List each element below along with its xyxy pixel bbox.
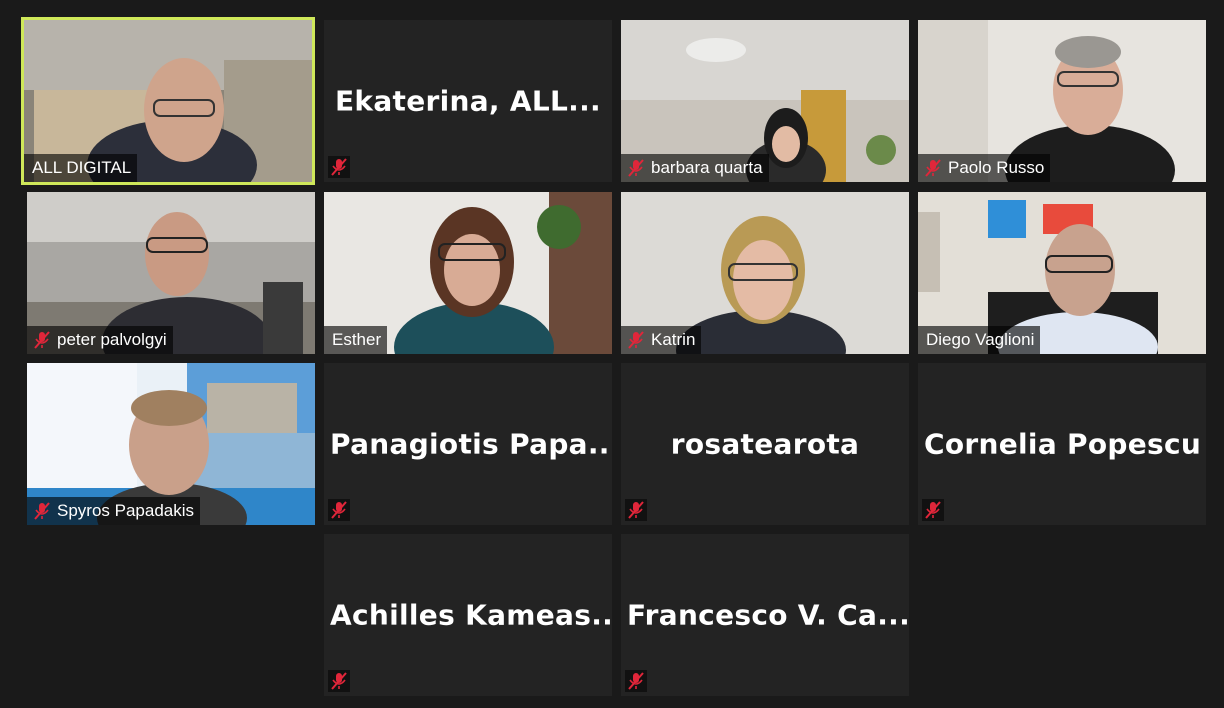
video-tile-ekaterina[interactable]: Ekaterina, ALL... bbox=[324, 20, 612, 182]
name-label: Spyros Papadakis bbox=[27, 497, 201, 525]
participant-name: Paolo Russo bbox=[948, 158, 1045, 177]
name-label: Diego Vaglioni bbox=[918, 326, 1041, 354]
microphone-muted-icon bbox=[328, 670, 350, 692]
video-tile-rosatearota[interactable]: rosatearota bbox=[621, 363, 909, 525]
name-label: barbara quarta bbox=[621, 154, 769, 182]
video-tile-diego-vaglioni[interactable]: Diego Vaglioni bbox=[918, 192, 1206, 354]
microphone-muted-icon bbox=[34, 331, 50, 349]
microphone-muted-icon bbox=[628, 331, 644, 349]
microphone-muted-icon bbox=[625, 670, 647, 692]
video-tile-francesco[interactable]: Francesco V. Ca... bbox=[621, 534, 909, 696]
participant-name: ALL DIGITAL bbox=[32, 158, 132, 177]
video-tile-katrin[interactable]: Katrin bbox=[621, 192, 909, 354]
name-label: Esther bbox=[324, 326, 388, 354]
microphone-muted-icon bbox=[925, 159, 941, 177]
microphone-muted-icon bbox=[328, 156, 350, 178]
video-tile-peter-palvolgyi[interactable]: peter palvolgyi bbox=[27, 192, 315, 354]
participant-display-name: Panagiotis Papa... bbox=[330, 427, 612, 461]
participant-display-name: Ekaterina, ALL... bbox=[334, 84, 601, 118]
microphone-muted-icon bbox=[328, 499, 350, 521]
name-label: ALL DIGITAL bbox=[24, 154, 138, 182]
microphone-muted-icon bbox=[625, 499, 647, 521]
video-tile-spyros-papadakis[interactable]: Spyros Papadakis bbox=[27, 363, 315, 525]
participant-name: Esther bbox=[332, 330, 382, 349]
name-label: peter palvolgyi bbox=[27, 326, 173, 354]
video-tile-panagiotis[interactable]: Panagiotis Papa... bbox=[324, 363, 612, 525]
participant-name: peter palvolgyi bbox=[57, 330, 167, 349]
participant-display-name: Achilles Kameas... bbox=[330, 598, 612, 632]
video-tile-paolo-russo[interactable]: Paolo Russo bbox=[918, 20, 1206, 182]
participant-name: Diego Vaglioni bbox=[926, 330, 1035, 349]
video-tile-cornelia-popescu[interactable]: Cornelia Popescu bbox=[918, 363, 1206, 525]
participant-name: barbara quarta bbox=[651, 158, 763, 177]
participant-name: Katrin bbox=[651, 330, 696, 349]
name-label: Katrin bbox=[621, 326, 702, 354]
microphone-muted-icon bbox=[34, 502, 50, 520]
microphone-muted-icon bbox=[922, 499, 944, 521]
participant-display-name: Francesco V. Ca... bbox=[627, 598, 909, 632]
microphone-muted-icon bbox=[628, 159, 644, 177]
video-tile-achilles-kameas[interactable]: Achilles Kameas... bbox=[324, 534, 612, 696]
video-tile-esther[interactable]: Esther bbox=[324, 192, 612, 354]
participant-display-name: Cornelia Popescu bbox=[924, 427, 1202, 461]
participant-display-name: rosatearota bbox=[670, 427, 860, 461]
name-label: Paolo Russo bbox=[918, 154, 1051, 182]
video-tile-all-digital[interactable]: ALL DIGITAL bbox=[24, 20, 312, 182]
participant-name: Spyros Papadakis bbox=[57, 501, 195, 520]
video-tile-barbara-quarta[interactable]: barbara quarta bbox=[621, 20, 909, 182]
